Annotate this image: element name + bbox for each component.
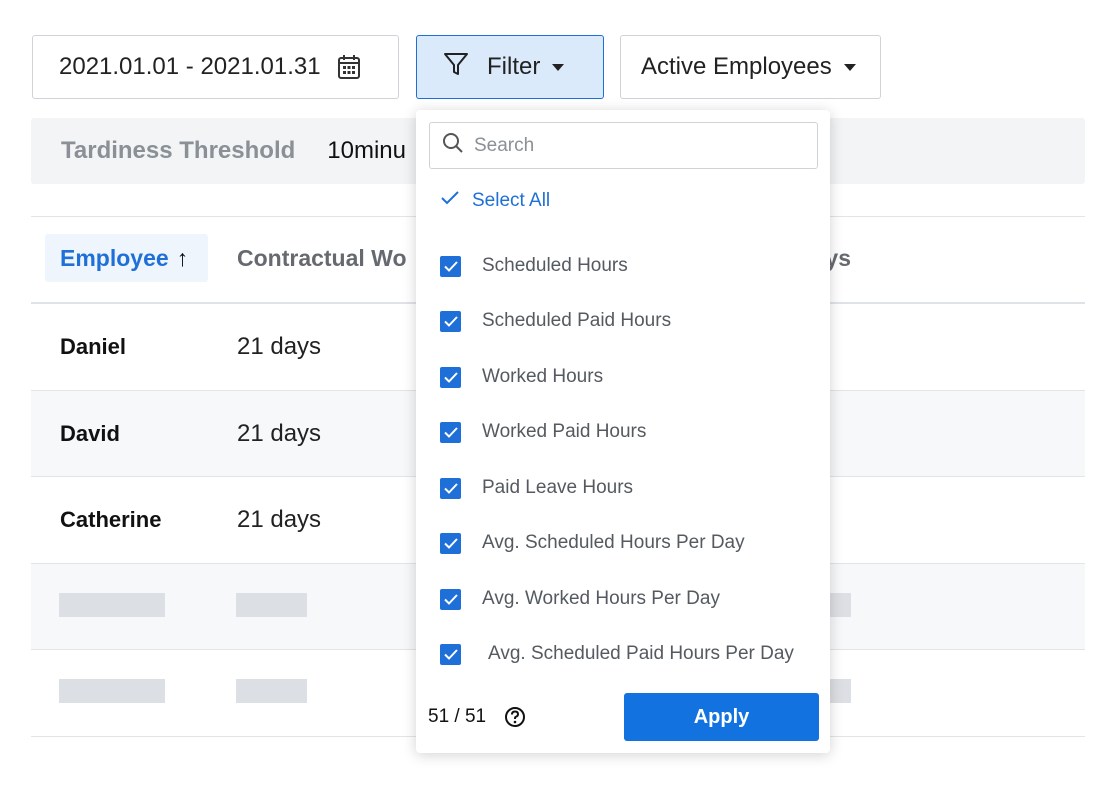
contract-days: 21 days xyxy=(237,333,322,360)
filter-option[interactable]: Avg. Scheduled Paid Hours Per Day xyxy=(440,643,794,665)
checkbox-checked-icon[interactable] xyxy=(440,643,461,665)
contract-days: 21 days xyxy=(237,506,322,533)
filter-option-label: Worked Paid Hours xyxy=(482,421,647,442)
employee-scope-label: Active Employees xyxy=(641,53,832,80)
filter-option[interactable]: Paid Leave Hours xyxy=(440,477,633,499)
checkbox-checked-icon[interactable] xyxy=(440,588,461,610)
filter-option-label: Avg. Scheduled Hours Per Day xyxy=(482,532,745,553)
date-range-picker[interactable]: 2021.01.01 - 2021.01.31 xyxy=(32,35,399,99)
checkbox-checked-icon[interactable] xyxy=(440,366,461,388)
checkbox-checked-icon[interactable] xyxy=(440,310,461,332)
checkbox-checked-icon[interactable] xyxy=(440,421,461,443)
search-box[interactable] xyxy=(429,122,818,169)
skeleton-bar xyxy=(236,593,307,617)
threshold-label: Tardiness Threshold xyxy=(61,137,296,164)
filter-option[interactable]: Scheduled Hours xyxy=(440,255,628,277)
filter-button[interactable]: Filter xyxy=(416,35,604,99)
checkbox-checked-icon[interactable] xyxy=(440,532,461,554)
column-header-employee-label: Employee xyxy=(60,244,169,271)
select-all-label: Select All xyxy=(472,190,551,211)
help-icon[interactable] xyxy=(504,706,526,728)
filter-option[interactable]: Worked Hours xyxy=(440,366,603,388)
filter-option[interactable]: Avg. Worked Hours Per Day xyxy=(440,588,720,610)
checkmark-icon xyxy=(440,190,460,212)
filter-option-label: Worked Hours xyxy=(482,366,604,387)
column-header-contractual[interactable]: Contractual Wo xyxy=(237,234,407,282)
select-all-option[interactable]: Select All xyxy=(440,190,550,212)
filter-option[interactable]: Avg. Scheduled Hours Per Day xyxy=(440,532,745,554)
filter-option-label: Scheduled Hours xyxy=(482,255,628,276)
sort-ascending-icon: ↑ xyxy=(176,244,189,271)
selection-count-text: 51 / 51 xyxy=(428,706,487,727)
funnel-icon xyxy=(443,51,469,84)
skeleton-bar xyxy=(59,679,165,703)
search-icon xyxy=(442,132,464,159)
chevron-down-icon xyxy=(552,63,565,71)
employee-scope-dropdown[interactable]: Active Employees xyxy=(620,35,881,99)
employee-name: Daniel xyxy=(60,334,127,359)
threshold-value: 10minu xyxy=(327,137,406,164)
filter-option-label: Scheduled Paid Hours xyxy=(482,310,672,331)
filter-option-label: Paid Leave Hours xyxy=(482,477,634,498)
filter-option[interactable]: Scheduled Paid Hours xyxy=(440,310,671,332)
checkbox-checked-icon[interactable] xyxy=(440,477,461,499)
date-range-text: 2021.01.01 - 2021.01.31 xyxy=(59,53,321,80)
contract-days: 21 days xyxy=(237,420,322,447)
checkbox-checked-icon[interactable] xyxy=(440,255,461,277)
column-header-employee[interactable]: Employee ↑ xyxy=(45,234,208,282)
skeleton-bar xyxy=(236,679,307,703)
filter-dropdown-panel: Select All Scheduled Hours Scheduled Pai… xyxy=(416,110,830,753)
filter-label: Filter xyxy=(487,53,541,80)
skeleton-bar xyxy=(59,593,165,617)
filter-option[interactable]: Worked Paid Hours xyxy=(440,421,646,443)
apply-button[interactable]: Apply xyxy=(624,693,819,741)
calendar-icon xyxy=(337,54,361,80)
search-input[interactable] xyxy=(474,134,794,157)
chevron-down-icon xyxy=(843,63,856,71)
employee-name: Catherine xyxy=(60,507,162,532)
selection-count: 51 / 51 xyxy=(428,706,526,728)
filter-option-label: Avg. Scheduled Paid Hours Per Day xyxy=(488,643,794,664)
employee-name: David xyxy=(60,421,120,446)
filter-option-label: Avg. Worked Hours Per Day xyxy=(482,588,720,609)
